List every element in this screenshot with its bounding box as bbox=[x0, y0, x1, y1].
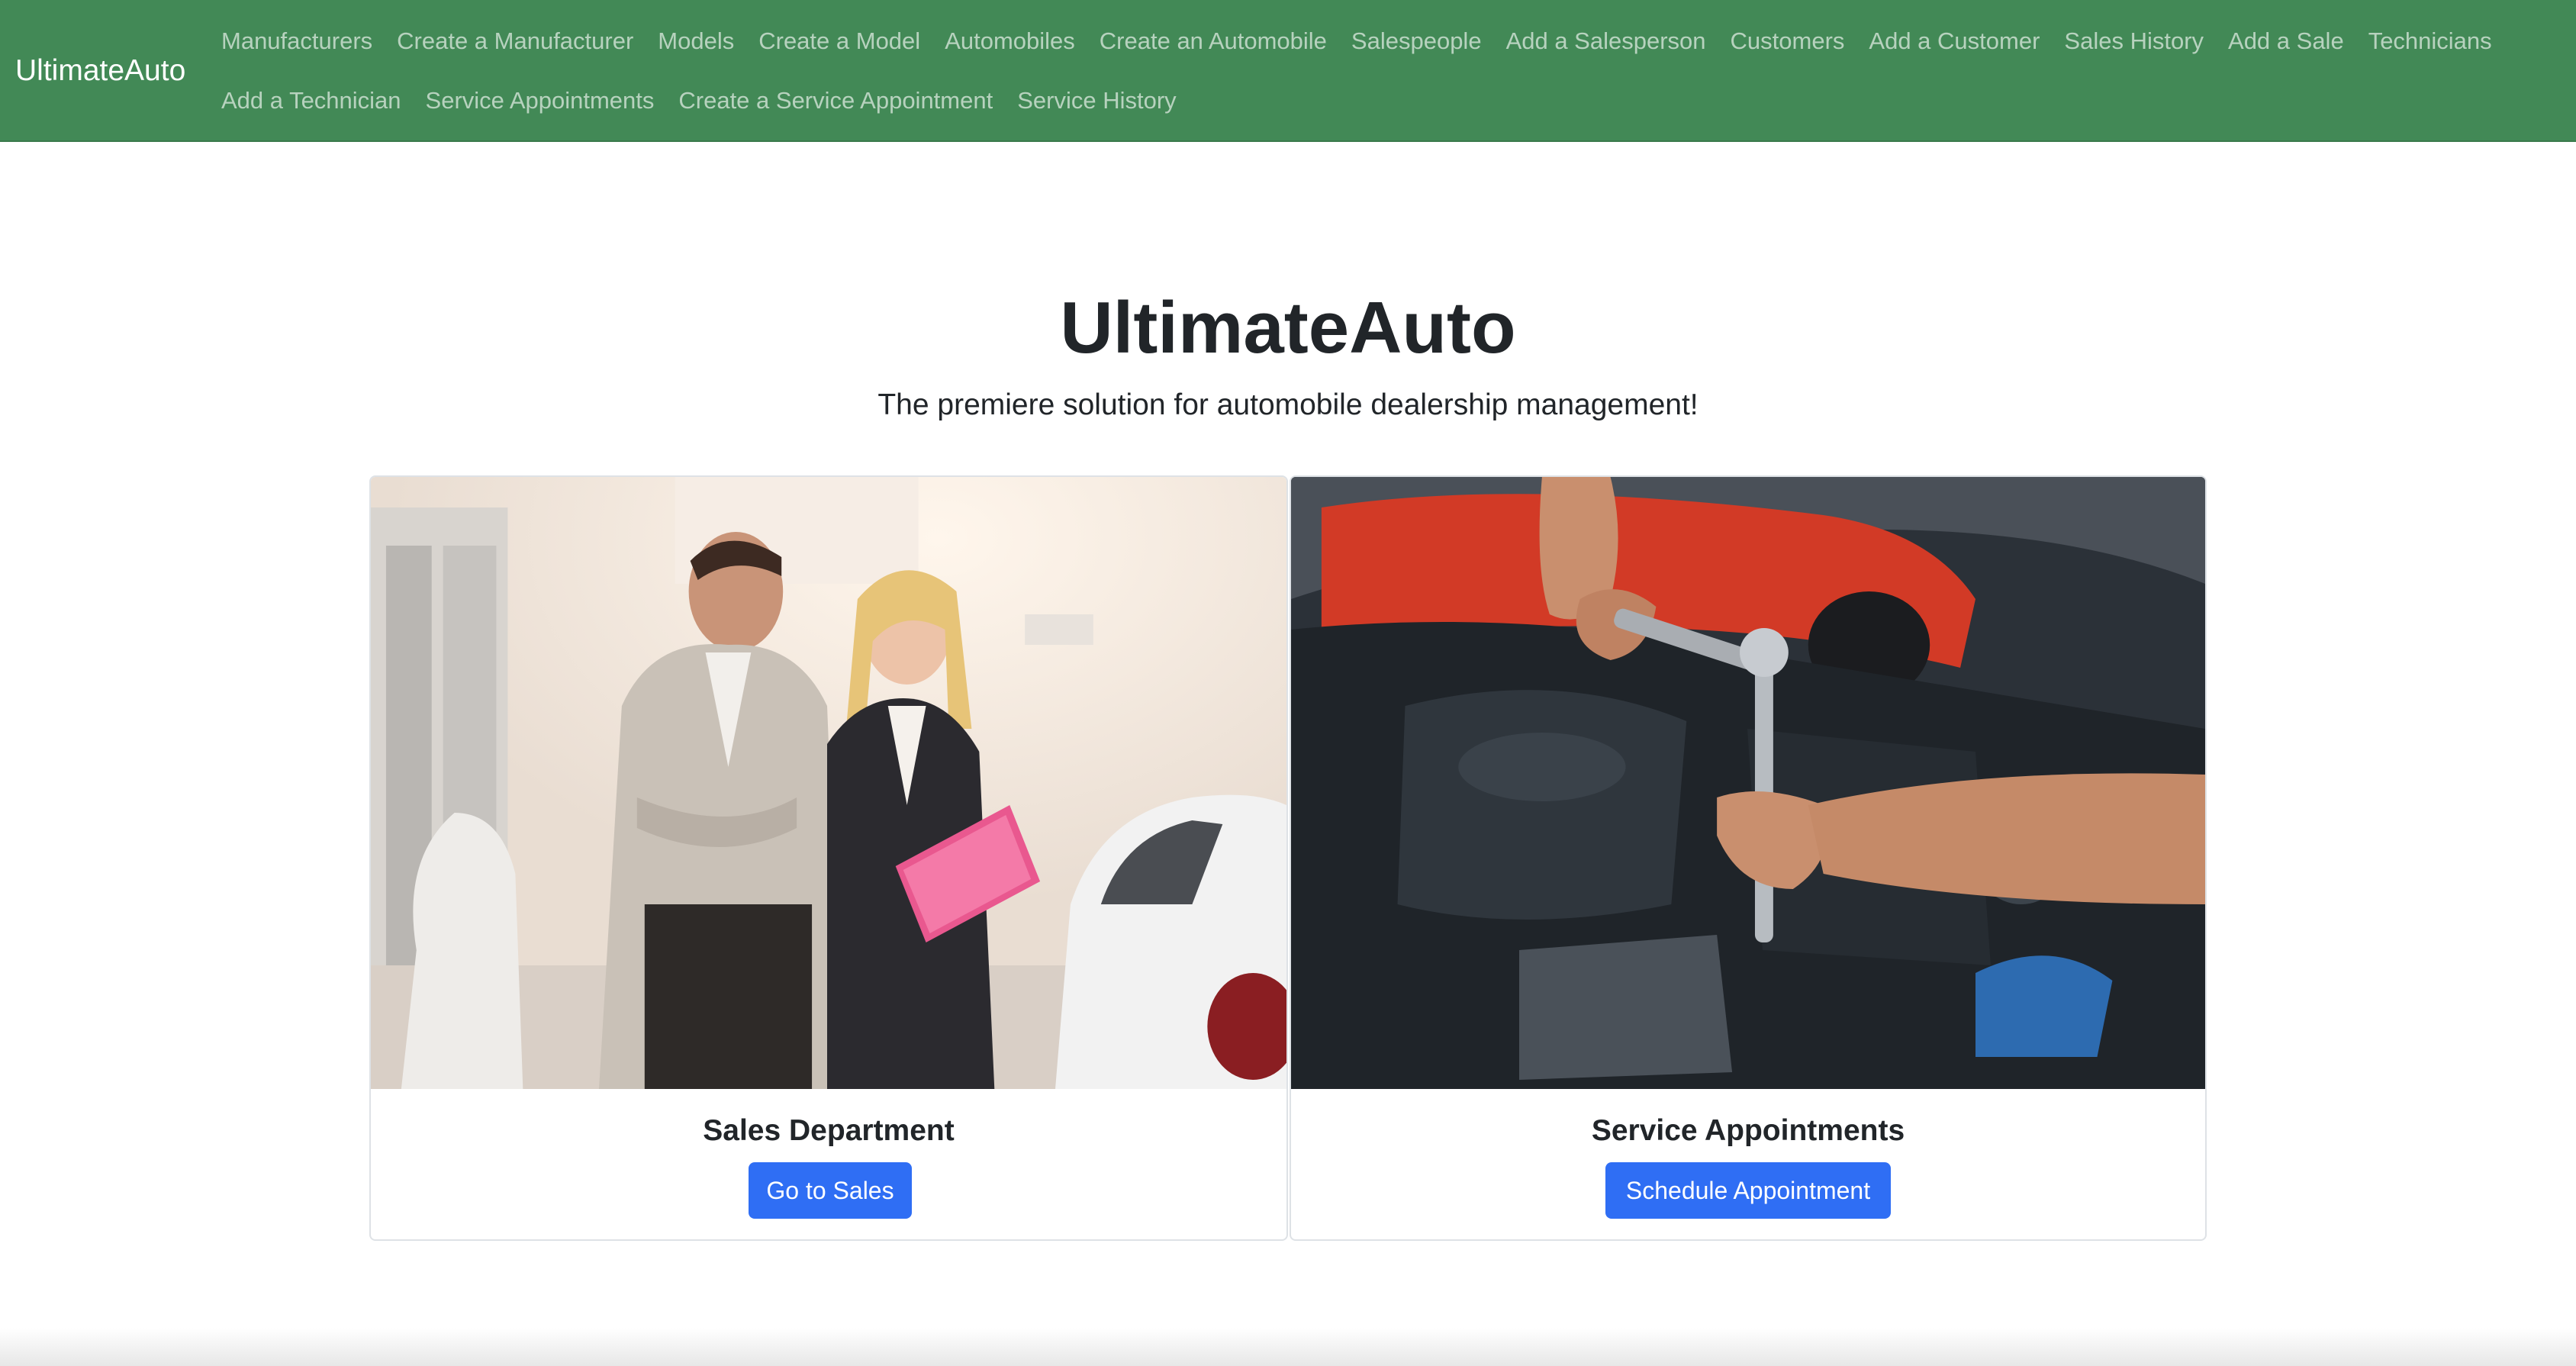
page-subtitle: The premiere solution for automobile dea… bbox=[877, 388, 1699, 421]
nav-link-add-customer[interactable]: Add a Customer bbox=[1856, 24, 2052, 58]
schedule-appointment-button[interactable]: Schedule Appointment bbox=[1605, 1162, 1891, 1219]
sales-card-title: Sales Department bbox=[703, 1114, 955, 1147]
nav-row-1: Manufacturers Create a Manufacturer Mode… bbox=[209, 24, 2504, 58]
nav-link-create-manufacturer[interactable]: Create a Manufacturer bbox=[385, 24, 646, 58]
nav-link-add-salesperson[interactable]: Add a Salesperson bbox=[1494, 24, 1718, 58]
nav-link-add-sale[interactable]: Add a Sale bbox=[2216, 24, 2356, 58]
service-card-image bbox=[1291, 477, 2205, 1089]
nav-link-add-technician[interactable]: Add a Technician bbox=[209, 84, 414, 118]
nav-link-service-history[interactable]: Service History bbox=[1005, 84, 1188, 118]
sales-card-image bbox=[371, 477, 1286, 1089]
bottom-edge-shadow bbox=[0, 1328, 2576, 1366]
nav-link-sales-history[interactable]: Sales History bbox=[2052, 24, 2216, 58]
mechanic-engine-photo bbox=[1291, 477, 2205, 1089]
nav-link-manufacturers[interactable]: Manufacturers bbox=[209, 24, 385, 58]
service-card-title: Service Appointments bbox=[1591, 1114, 1905, 1147]
top-navbar: UltimateAuto Manufacturers Create a Manu… bbox=[0, 0, 2576, 142]
brand-link[interactable]: UltimateAuto bbox=[15, 52, 185, 90]
nav-link-automobiles[interactable]: Automobiles bbox=[932, 24, 1087, 58]
service-card: Service Appointments Schedule Appointmen… bbox=[1290, 475, 2207, 1241]
nav-link-salespeople[interactable]: Salespeople bbox=[1339, 24, 1494, 58]
nav-link-service-appointments[interactable]: Service Appointments bbox=[414, 84, 667, 118]
go-to-sales-button[interactable]: Go to Sales bbox=[749, 1162, 912, 1219]
nav-link-create-automobile[interactable]: Create an Automobile bbox=[1087, 24, 1339, 58]
nav-link-customers[interactable]: Customers bbox=[1718, 24, 1857, 58]
salespeople-photo bbox=[371, 477, 1286, 1089]
nav-link-technicians[interactable]: Technicians bbox=[2356, 24, 2504, 58]
page-title: UltimateAuto bbox=[1060, 287, 1516, 369]
sales-card: Sales Department Go to Sales bbox=[369, 475, 1288, 1241]
nav-link-create-model[interactable]: Create a Model bbox=[746, 24, 932, 58]
nav-link-models[interactable]: Models bbox=[646, 24, 746, 58]
nav-row-2: Add a Technician Service Appointments Cr… bbox=[209, 84, 1189, 118]
nav-link-create-service-appointment[interactable]: Create a Service Appointment bbox=[666, 84, 1005, 118]
